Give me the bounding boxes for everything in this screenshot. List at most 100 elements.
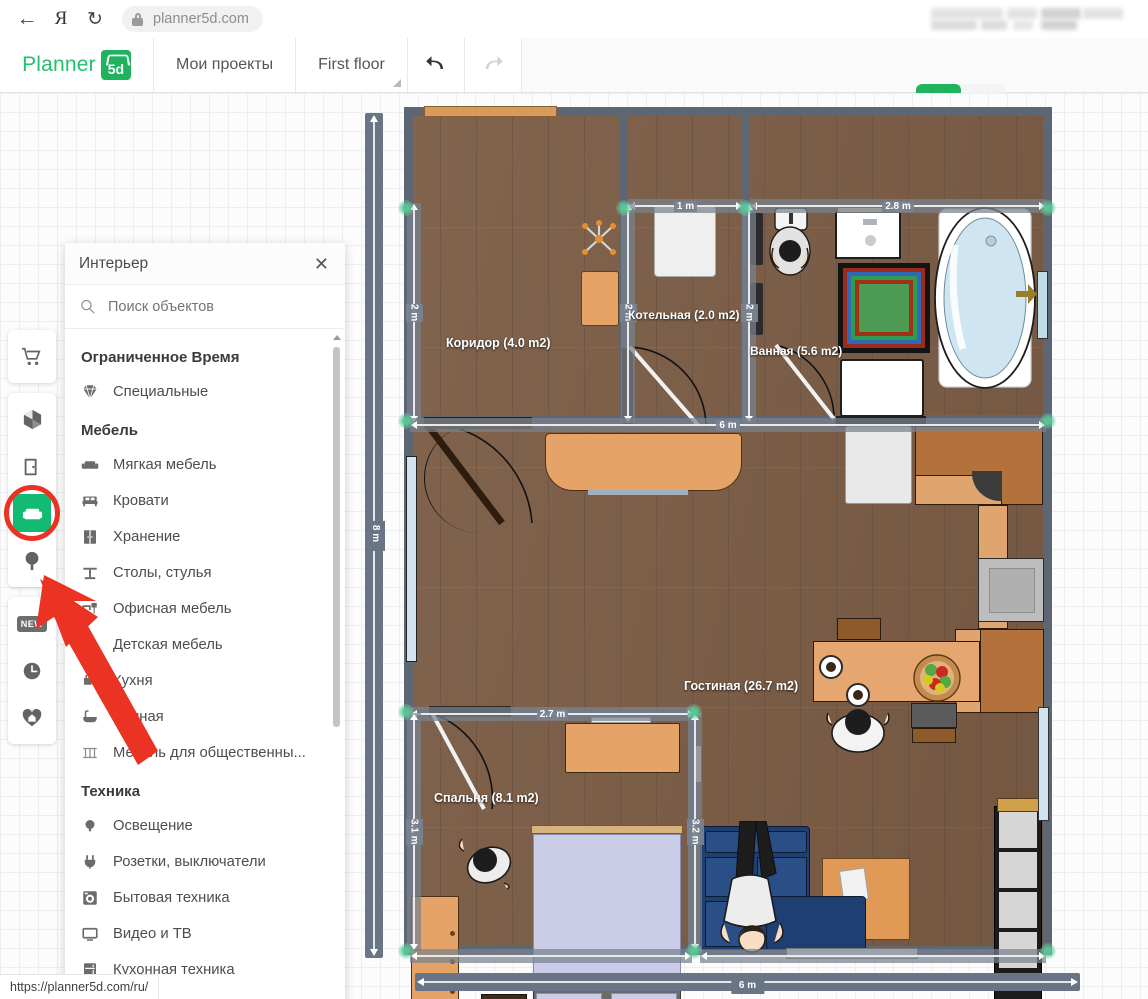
panel-scrollbar[interactable] [332, 335, 342, 999]
dim-bathroom-width[interactable]: 2.8 m [750, 199, 1046, 213]
close-icon[interactable]: ✕ [312, 252, 331, 276]
ruler-left-total-label: 8 m [370, 524, 381, 542]
living-window-right[interactable] [1038, 707, 1049, 821]
back-arrow-icon[interactable]: ← [10, 2, 44, 36]
wardrobe-icon [81, 528, 107, 546]
corner-node-bl[interactable] [398, 943, 414, 959]
dim-bedroom-width[interactable]: 2.7 m [410, 707, 695, 721]
bedroom-nightstand[interactable] [481, 994, 527, 999]
scroll-up-icon[interactable] [333, 335, 341, 340]
corridor-ceiling-lamp [578, 218, 620, 260]
category-item-storage[interactable]: Хранение [65, 519, 345, 555]
corridor-cabinet[interactable] [581, 271, 619, 326]
yandex-logo-icon[interactable]: Я [44, 2, 78, 36]
undo-button[interactable] [407, 38, 465, 92]
category-item-kids-furniture[interactable]: Детская мебель [65, 627, 345, 663]
dim-bottom-left[interactable] [410, 949, 692, 963]
history-tool-button[interactable] [8, 647, 56, 694]
category-item-bathroom[interactable]: Ванная [65, 699, 345, 735]
kitchen-stove[interactable] [978, 558, 1044, 622]
dim-bathroom-height[interactable]: 2 m [740, 203, 758, 423]
living-window-left[interactable] [406, 456, 417, 662]
bathroom-sink[interactable] [835, 207, 903, 259]
dining-chair-bottom[interactable] [911, 703, 957, 728]
corner-node-mr[interactable] [1040, 413, 1056, 429]
room-label-corridor: Коридор (4.0 m2) [446, 336, 551, 350]
dim-corridor-width[interactable]: 1 m [628, 199, 743, 213]
panel-category-list[interactable]: Ограниченное Время Специальные Мебель Мя… [65, 329, 345, 999]
category-item-video-tv[interactable]: Видео и ТВ [65, 916, 345, 952]
corridor-window-top[interactable] [424, 106, 557, 117]
bathroom-cabinet-lower[interactable] [840, 359, 924, 417]
corner-node-br[interactable] [1040, 943, 1056, 959]
category-item-kitchen[interactable]: Кухня [65, 663, 345, 699]
corner-node-bed-tr[interactable] [686, 704, 702, 720]
living-shelf-right[interactable] [994, 798, 1042, 999]
cart-tool-button[interactable] [8, 333, 56, 380]
category-item-lighting[interactable]: Освещение [65, 808, 345, 844]
lock-icon [130, 12, 145, 27]
category-item-special[interactable]: Специальные [65, 374, 345, 410]
bathroom-rug[interactable] [838, 263, 930, 353]
interior-tool-button[interactable] [4, 485, 60, 541]
category-item-tables-chairs[interactable]: Столы, стулья [65, 555, 345, 591]
left-toolbar: NEW [4, 330, 60, 754]
bedroom-desk[interactable] [565, 717, 680, 773]
category-item-soft-furniture[interactable]: Мягкая мебель [65, 447, 345, 483]
bathroom-window-right[interactable] [1037, 271, 1048, 339]
person-lying-sofa[interactable] [706, 820, 798, 961]
floorplan-canvas[interactable]: 8 m 6 m Коридор (4.0 m2) Котельная (2.0 … [0, 93, 1148, 999]
reload-icon[interactable]: ↻ [78, 2, 112, 36]
construction-cube-icon [23, 409, 41, 430]
new-items-button[interactable]: NEW [8, 600, 56, 647]
planner5d-logo[interactable]: Planner 5d [0, 38, 154, 92]
monitor-icon [81, 925, 107, 943]
redo-button[interactable] [464, 38, 522, 92]
corner-node-t1[interactable] [616, 200, 632, 216]
plants-tool-button[interactable] [8, 537, 56, 584]
living-table[interactable] [545, 433, 742, 495]
door-icon [24, 458, 37, 475]
sofa-icon [22, 508, 42, 520]
dim-living-height[interactable]: 3.2 m [686, 713, 704, 951]
tab-my-projects[interactable]: Мои проекты [154, 38, 297, 92]
wall-outer-right[interactable] [1043, 107, 1052, 955]
dining-chair-top-left[interactable] [837, 618, 881, 640]
dim-corridor-height[interactable]: 2 m [405, 203, 423, 423]
search-input[interactable] [108, 298, 308, 315]
construction-tool-button[interactable] [8, 396, 56, 443]
category-item-beds[interactable]: Кровати [65, 483, 345, 519]
category-item-home-appliances[interactable]: Бытовая техника [65, 880, 345, 916]
redacted-account-area [931, 8, 1123, 30]
person-standing-bedroom[interactable] [455, 833, 517, 891]
corner-node-tr[interactable] [1040, 200, 1056, 216]
category-item-public-furniture[interactable]: Мебель для общественны... [65, 735, 345, 771]
scroll-thumb[interactable] [333, 347, 340, 727]
corner-node-tl[interactable] [398, 200, 414, 216]
app-root: ← Я ↻ planner5d.com Planner 5d Мои проек… [0, 0, 1148, 999]
corner-node-bed-tl[interactable] [398, 704, 414, 720]
kitchen-counter-right[interactable] [978, 629, 1044, 713]
tab-first-floor[interactable]: First floor [296, 38, 408, 92]
toilet[interactable] [765, 207, 815, 280]
corner-node-b1[interactable] [686, 943, 702, 959]
person-sitting-dining[interactable] [822, 697, 894, 753]
dim-bedroom-width-label: 2.7 m [536, 708, 569, 720]
dining-chair-bottom-seat[interactable] [912, 728, 956, 743]
favorites-tool-button[interactable] [8, 694, 56, 741]
lamp-icon [81, 817, 107, 835]
corner-node-t2[interactable] [737, 200, 753, 216]
panel-title: Интерьер [79, 254, 149, 272]
corner-node-ml[interactable] [398, 413, 414, 429]
panel-search-row[interactable] [65, 285, 345, 329]
category-label: Столы, стулья [113, 565, 212, 581]
dim-bottom-right[interactable] [700, 949, 1046, 963]
dim-upper-span[interactable]: 6 m [410, 418, 1046, 432]
living-fridge[interactable] [845, 426, 912, 504]
boiler-appliance[interactable] [654, 205, 716, 277]
category-item-sockets[interactable]: Розетки, выключатели [65, 844, 345, 880]
category-item-office-furniture[interactable]: Офисная мебель [65, 591, 345, 627]
dim-bedroom-height[interactable]: 3.1 m [405, 713, 423, 951]
address-bar[interactable]: planner5d.com [122, 6, 263, 32]
doors-windows-tool-button[interactable] [8, 443, 56, 490]
